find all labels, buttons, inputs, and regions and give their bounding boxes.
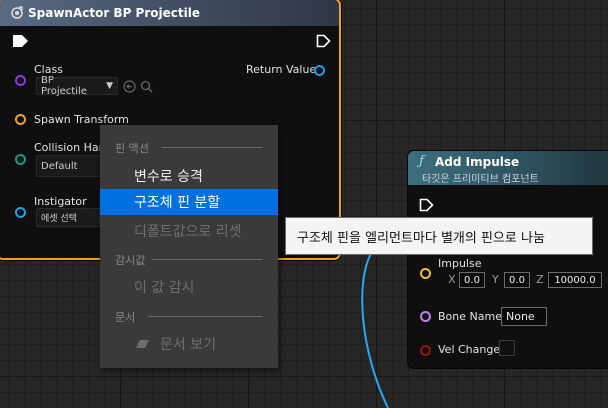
x-axis-label: X: [448, 273, 456, 286]
class-value: BP Projectile: [41, 75, 87, 97]
spawn-node-title: SpawnActor BP Projectile: [28, 6, 200, 20]
return-value-label: Return Value: [246, 63, 317, 76]
impulse-x-input[interactable]: 0.0: [459, 272, 485, 288]
impulse-node-title: Add Impulse: [435, 155, 520, 169]
impulse-node-header[interactable]: ƒ Add Impulse 타깃은 프리미티브 컴포넌트: [408, 151, 608, 185]
instigator-dropdown[interactable]: 에셋 선택: [36, 208, 100, 227]
menu-item-split-struct-pin[interactable]: 구조체 핀 분할: [100, 189, 278, 215]
arrow-icon[interactable]: [123, 80, 136, 93]
tooltip-text: 구조체 핀을 엘리먼트마다 별개의 핀으로 나눔: [297, 230, 545, 246]
exec-in-pin[interactable]: [12, 34, 30, 48]
section-pin-actions: 핀 액션: [115, 142, 149, 155]
instigator-pin[interactable]: [15, 207, 26, 218]
function-icon: ƒ: [419, 154, 424, 169]
class-pin[interactable]: [15, 75, 26, 86]
exec-out-pin[interactable]: [316, 34, 332, 48]
impulse-pin[interactable]: [420, 268, 431, 279]
magnifier-icon[interactable]: [140, 80, 153, 93]
spawn-transform-pin[interactable]: [15, 114, 26, 125]
bone-name-pin[interactable]: [420, 311, 431, 322]
section-docs: 문서: [115, 311, 136, 324]
docs-label: 문서 보기: [160, 337, 216, 353]
impulse-y-input[interactable]: 0.0: [504, 272, 530, 288]
split-pin-tooltip: 구조체 핀을 엘리먼트마다 별개의 핀으로 나눔: [285, 217, 593, 255]
split-label: 구조체 핀 분할: [134, 195, 221, 211]
class-dropdown[interactable]: BP Projectile ▼: [36, 75, 118, 97]
section-divider: [162, 147, 262, 148]
impulse-z-input[interactable]: 10000.0: [548, 272, 602, 288]
reset-label: 디폴트값으로 리셋: [134, 224, 242, 240]
menu-item-view-docs[interactable]: 문서 보기: [100, 331, 278, 357]
z-axis-label: Z: [536, 273, 544, 286]
watch-label: 이 값 감시: [134, 280, 195, 296]
collision-pin[interactable]: [15, 154, 26, 165]
collision-value: Default: [41, 160, 78, 172]
bone-name-label: Bone Name: [438, 310, 502, 323]
document-icon: [136, 340, 149, 348]
menu-item-promote-variable[interactable]: 변수로 승격: [100, 163, 278, 189]
section-divider: [148, 316, 262, 317]
instigator-label: Instigator: [34, 195, 87, 208]
menu-item-reset-default[interactable]: 디폴트값으로 리셋: [100, 218, 278, 244]
bone-name-input[interactable]: None: [501, 307, 547, 326]
add-impulse-node[interactable]: ƒ Add Impulse 타깃은 프리미티브 컴포넌트 Impulse X 0…: [408, 151, 608, 368]
impulse-label: Impulse: [438, 257, 482, 270]
section-divider: [152, 259, 262, 260]
return-value-pin[interactable]: [314, 65, 325, 76]
vel-change-label: Vel Change: [438, 343, 501, 356]
promote-label: 변수로 승격: [134, 169, 203, 185]
collision-dropdown[interactable]: Default: [36, 155, 102, 177]
impulse-node-subtitle: 타깃은 프리미티브 컴포넌트: [422, 174, 539, 185]
spawn-node-icon: [11, 6, 23, 19]
menu-item-watch-value[interactable]: 이 값 감시: [100, 274, 278, 300]
vel-change-checkbox[interactable]: [499, 340, 515, 356]
pin-context-menu: 핀 액션 변수로 승격 구조체 핀 분할 디폴트값으로 리셋 감시값 이 값 감…: [100, 125, 278, 368]
spawn-node-header[interactable]: SpawnActor BP Projectile: [0, 0, 339, 26]
section-watch: 감시값: [115, 254, 146, 267]
impulse-exec-in-pin[interactable]: [419, 198, 435, 212]
vel-change-pin[interactable]: [420, 345, 431, 356]
instigator-value: 에셋 선택: [41, 214, 77, 224]
y-axis-label: Y: [492, 273, 499, 286]
dropdown-chevron-icon: ▼: [106, 81, 113, 91]
